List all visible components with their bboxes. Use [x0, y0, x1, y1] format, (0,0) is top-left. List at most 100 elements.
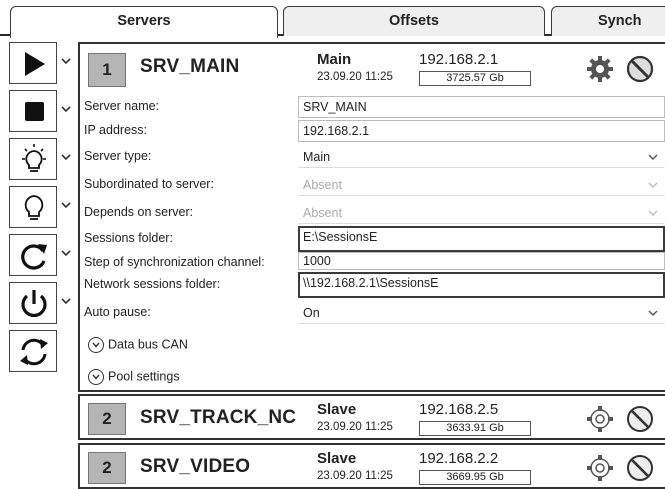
- server-title: SRV_MAIN: [140, 56, 240, 77]
- bulb-on-icon: [22, 144, 46, 172]
- ban-icon[interactable]: [625, 404, 655, 434]
- server-title: SRV_VIDEO: [140, 456, 251, 477]
- field-ip-address: IP address: 192.168.2.1: [80, 118, 665, 144]
- light-off-button-frame: [9, 186, 57, 228]
- server-date: 23.09.20 11:25: [317, 470, 393, 482]
- chevron-down-icon[interactable]: [60, 247, 72, 259]
- subordinated-select[interactable]: Absent: [298, 174, 665, 196]
- ban-icon[interactable]: [625, 453, 655, 483]
- server-ip: 192.168.2.5: [419, 401, 499, 418]
- server-name-input[interactable]: SRV_MAIN: [298, 96, 665, 118]
- select-value: Absent: [303, 178, 342, 192]
- play-button[interactable]: [5, 38, 75, 86]
- sync-icon: [20, 338, 48, 366]
- light-on-button[interactable]: [5, 134, 75, 182]
- power-icon: [21, 290, 47, 318]
- server-header[interactable]: 1 SRV_MAIN Main 23.09.20 11:25 192.168.2…: [80, 44, 665, 94]
- select-value: On: [303, 306, 320, 320]
- chevron-down-icon[interactable]: [60, 199, 72, 211]
- field-label: Server name:: [84, 99, 160, 113]
- sync-button[interactable]: [5, 326, 75, 374]
- chevron-down-icon: [648, 154, 658, 160]
- sync-button-frame: [9, 330, 57, 372]
- chevron-down-icon: [648, 210, 658, 216]
- field-label: Depends on server:: [84, 205, 194, 219]
- ip-address-input[interactable]: 192.168.2.1: [298, 120, 665, 142]
- disk-size-badge: 3633.91 Gb: [419, 421, 531, 436]
- gear-icon[interactable]: [585, 404, 615, 434]
- gear-icon[interactable]: [585, 54, 615, 84]
- field-sessions-folder: Sessions folder: E:\SessionsE: [80, 226, 665, 252]
- select-value: Absent: [303, 206, 342, 220]
- stop-icon: [25, 102, 44, 121]
- power-button-frame: [9, 282, 57, 324]
- server-ip: 192.168.2.1: [419, 51, 499, 68]
- play-button-frame: [9, 42, 57, 84]
- stop-button-frame: [9, 90, 57, 132]
- auto-pause-select[interactable]: On: [298, 302, 665, 324]
- tab-synch[interactable]: Synch: [551, 6, 665, 36]
- field-label: Auto pause:: [84, 305, 151, 319]
- restart-button-frame: [9, 234, 57, 276]
- server-number: 2: [88, 403, 126, 435]
- chevron-down-icon[interactable]: [60, 295, 72, 307]
- tab-offsets[interactable]: Offsets: [283, 6, 545, 36]
- gear-icon[interactable]: [585, 453, 615, 483]
- restart-button[interactable]: [5, 230, 75, 278]
- expander-label: Pool settings: [108, 369, 180, 384]
- stop-button[interactable]: [5, 86, 75, 134]
- server-card[interactable]: 2 SRV_TRACK_NC Slave 23.09.20 11:25 192.…: [78, 394, 665, 440]
- chevron-down-icon: [648, 182, 658, 188]
- main-server-panel: 1 SRV_MAIN Main 23.09.20 11:25 192.168.2…: [78, 42, 665, 392]
- sync-step-input[interactable]: 1000: [298, 252, 665, 270]
- chevron-down-icon[interactable]: [60, 55, 72, 67]
- expander-label: Data bus CAN: [108, 337, 188, 352]
- expander-pool-settings[interactable]: Pool settings: [88, 369, 180, 385]
- expand-circle-icon: [88, 337, 104, 353]
- field-network-sessions: Network sessions folder: \\192.168.2.1\S…: [80, 272, 665, 298]
- server-type-select[interactable]: Main: [298, 146, 665, 168]
- disk-size-badge: 3725.57 Gb: [419, 71, 531, 86]
- field-label: Sessions folder:: [84, 231, 173, 245]
- server-role: Slave: [317, 450, 357, 467]
- restart-icon: [21, 244, 47, 270]
- field-label: Step of synchronization channel:: [84, 255, 265, 269]
- server-date: 23.09.20 11:25: [317, 71, 393, 83]
- server-title: SRV_TRACK_NC: [140, 407, 297, 428]
- server-card[interactable]: 2 SRV_VIDEO Slave 23.09.20 11:25 192.168…: [78, 443, 665, 489]
- expander-data-bus-can[interactable]: Data bus CAN: [88, 337, 188, 353]
- server-number: 1: [88, 53, 126, 87]
- server-role: Main: [317, 51, 352, 68]
- server-date: 23.09.20 11:25: [317, 421, 393, 433]
- chevron-down-icon[interactable]: [60, 151, 72, 163]
- depends-on-select[interactable]: Absent: [298, 202, 665, 224]
- field-server-type: Server type: Main: [80, 144, 665, 170]
- field-label: Server type:: [84, 149, 152, 163]
- chevron-down-icon[interactable]: [60, 103, 72, 115]
- play-icon: [25, 52, 45, 76]
- field-label: Subordinated to server:: [84, 177, 214, 191]
- sessions-folder-input[interactable]: E:\SessionsE: [298, 226, 665, 252]
- field-depends-on: Depends on server: Absent: [80, 200, 665, 226]
- light-on-button-frame: [9, 138, 57, 180]
- disk-size-badge: 3669.95 Gb: [419, 470, 531, 485]
- field-server-name: Server name: SRV_MAIN: [80, 94, 665, 120]
- tab-servers[interactable]: Servers: [10, 6, 278, 38]
- field-label: Network sessions folder:: [84, 277, 221, 291]
- light-off-button[interactable]: [5, 182, 75, 230]
- field-label: IP address:: [84, 123, 148, 137]
- expand-circle-icon: [88, 369, 104, 385]
- server-number: 2: [88, 452, 126, 484]
- server-role: Slave: [317, 401, 357, 418]
- field-subordinated: Subordinated to server: Absent: [80, 172, 665, 198]
- server-ip: 192.168.2.2: [419, 450, 499, 467]
- field-auto-pause: Auto pause: On: [80, 300, 665, 326]
- select-value: Main: [303, 150, 331, 164]
- bulb-off-icon: [24, 195, 44, 220]
- tab-bar: Servers Offsets Synch: [0, 0, 665, 38]
- chevron-down-icon: [648, 310, 658, 316]
- left-toolbar: [5, 38, 75, 489]
- ban-icon[interactable]: [625, 54, 655, 84]
- power-button[interactable]: [5, 278, 75, 326]
- network-sessions-input[interactable]: \\192.168.2.1\SessionsE: [298, 272, 665, 298]
